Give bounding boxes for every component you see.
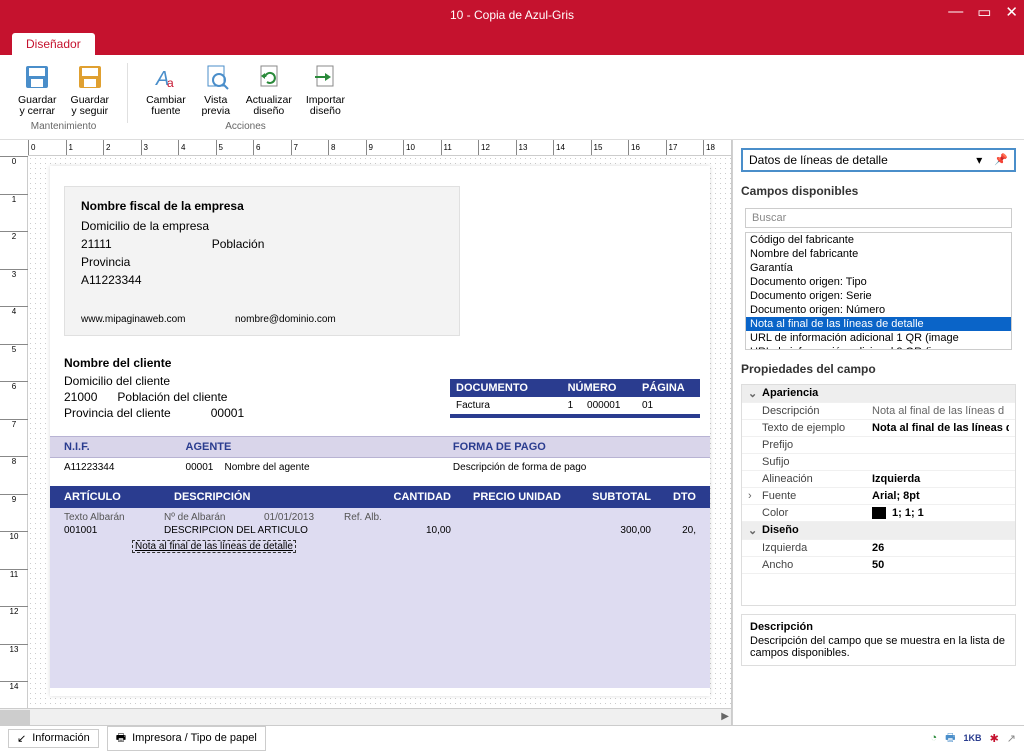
document-table[interactable]: DOCUMENTONÚMEROPÁGINA Factura1 00000101	[450, 379, 700, 418]
company-email: nombre@dominio.com	[235, 314, 336, 325]
refresh-icon	[253, 61, 285, 93]
page: Nombre fiscal de la empresa Domicilio de…	[50, 166, 710, 696]
status-icon-4[interactable]: ✱	[990, 732, 999, 745]
client-block[interactable]: Nombre del cliente Domicilio del cliente…	[64, 356, 244, 422]
field-item[interactable]: Nombre del fabricante	[746, 247, 1011, 261]
field-item[interactable]: URL de información adicional 1 QR (image	[746, 331, 1011, 345]
status-icon-1[interactable]: ◔	[931, 732, 938, 744]
horizontal-ruler: 0123456789101112131415161718	[28, 140, 731, 156]
company-nif: A11223344	[81, 273, 443, 287]
client-name: Nombre del cliente	[64, 356, 244, 370]
nif-table[interactable]: N.I.F.AGENTEFORMA DE PAGO A1122334400001…	[50, 436, 710, 477]
client-address: Domicilio del cliente	[64, 374, 244, 388]
tab-strip: Diseñador	[0, 30, 1024, 55]
window-title: 10 - Copia de Azul-Gris	[450, 8, 574, 22]
available-fields-header: Campos disponibles	[733, 180, 1024, 202]
side-panel: Datos de líneas de detalle ▾📌 Campos dis…	[732, 140, 1024, 725]
client-code: 00001	[211, 406, 244, 420]
field-search-input[interactable]: Buscar	[745, 208, 1012, 228]
company-block[interactable]: Nombre fiscal de la empresa Domicilio de…	[64, 186, 460, 336]
design-canvas-pane: 0123456789101112131415161718 01234567891…	[0, 140, 732, 725]
import-icon	[309, 61, 341, 93]
description-box: Descripción Descripción del campo que se…	[741, 614, 1016, 666]
arrow-icon: ↙	[17, 732, 26, 745]
company-address: Domicilio de la empresa	[81, 219, 443, 233]
note-field-selected[interactable]: Nota al final de las líneas de detalle	[132, 540, 296, 553]
field-properties-header: Propiedades del campo	[733, 358, 1024, 384]
tab-designer[interactable]: Diseñador	[12, 33, 95, 55]
vertical-ruler: 0123456789101112131415	[0, 156, 28, 708]
company-city: Población	[212, 237, 265, 251]
ribbon-group-actions: Acciones	[225, 121, 266, 132]
field-item[interactable]: Documento origen: Número	[746, 303, 1011, 317]
printer-button[interactable]: 🖶Impresora / Tipo de papel	[107, 726, 266, 751]
minimize-button[interactable]: —	[948, 3, 963, 21]
color-swatch	[872, 507, 886, 519]
close-button[interactable]: ✕	[1005, 3, 1018, 21]
ribbon: Guardar y cerrar Guardar y seguir Manten…	[0, 55, 1024, 140]
status-icon-5[interactable]: ↗	[1007, 732, 1016, 745]
info-button[interactable]: ↙Información	[8, 729, 99, 748]
client-city: Población del cliente	[117, 390, 227, 404]
save-continue-button[interactable]: Guardar y seguir	[67, 59, 114, 119]
save-close-icon	[21, 61, 53, 93]
status-icon-2[interactable]: 🖶	[945, 729, 955, 748]
data-source-dropdown[interactable]: Datos de líneas de detalle ▾📌	[741, 148, 1016, 172]
field-item[interactable]: Documento origen: Serie	[746, 289, 1011, 303]
client-zip: 21000	[64, 390, 97, 404]
property-grid[interactable]: ⌄Apariencia DescripciónNota al final de …	[741, 384, 1016, 606]
titlebar: 10 - Copia de Azul-Gris — ▭ ✕	[0, 0, 1024, 30]
company-province: Provincia	[81, 255, 443, 269]
collapse-icon[interactable]: ⌄	[748, 524, 762, 537]
maximize-button[interactable]: ▭	[977, 3, 991, 21]
field-item[interactable]: URL de información adicional 2 QR (image	[746, 345, 1011, 350]
status-bar: ↙Información 🖶Impresora / Tipo de papel …	[0, 725, 1024, 750]
chevron-down-icon: ▾	[976, 153, 982, 167]
field-item[interactable]: Garantía	[746, 261, 1011, 275]
save-close-button[interactable]: Guardar y cerrar	[14, 59, 61, 119]
items-table[interactable]: ARTÍCULO DESCRIPCIÓN CANTIDAD PRECIO UNI…	[50, 486, 710, 688]
ribbon-group-maintenance: Mantenimiento	[31, 121, 97, 132]
client-province: Provincia del cliente	[64, 406, 171, 420]
printer-icon: 🖶	[116, 729, 126, 748]
field-item[interactable]: Código del fabricante	[746, 233, 1011, 247]
pin-icon[interactable]: 📌	[994, 153, 1008, 167]
field-list[interactable]: Código del fabricanteNombre del fabrican…	[745, 232, 1012, 350]
update-design-button[interactable]: Actualizar diseño	[242, 59, 296, 119]
preview-button[interactable]: Vista previa	[196, 59, 236, 119]
change-font-button[interactable]: Aa Cambiar fuente	[142, 59, 190, 119]
import-design-button[interactable]: Importar diseño	[302, 59, 349, 119]
company-web: www.mipaginaweb.com	[81, 314, 186, 325]
font-icon: Aa	[150, 61, 182, 93]
expand-icon[interactable]: ›	[748, 490, 762, 502]
company-name: Nombre fiscal de la empresa	[81, 199, 443, 213]
company-zip: 21111	[81, 237, 112, 251]
collapse-icon[interactable]: ⌄	[748, 387, 762, 400]
horizontal-scrollbar[interactable]: ▶	[0, 708, 731, 725]
status-icon-3[interactable]: 1KB	[964, 733, 982, 743]
field-item[interactable]: Nota al final de las líneas de detalle	[746, 317, 1011, 331]
design-canvas[interactable]: Nombre fiscal de la empresa Domicilio de…	[28, 156, 731, 708]
save-continue-icon	[74, 61, 106, 93]
preview-icon	[200, 61, 232, 93]
svg-text:a: a	[167, 76, 174, 90]
field-item[interactable]: Documento origen: Tipo	[746, 275, 1011, 289]
